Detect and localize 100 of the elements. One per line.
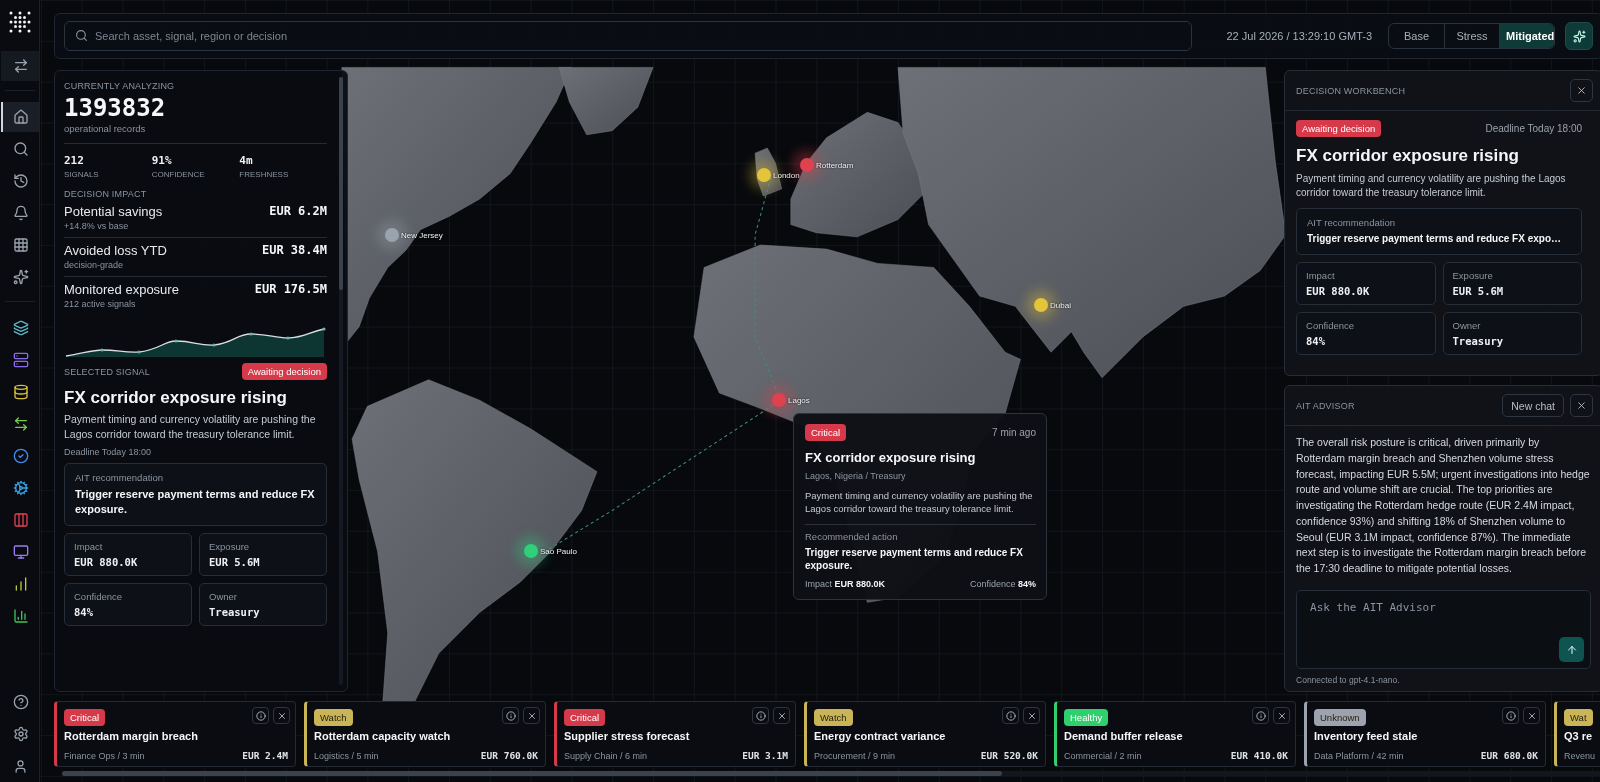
alert-title: Rotterdam capacity watch <box>314 730 452 742</box>
alert-card[interactable]: Critical Rotterdam margin breach Finance Ops / 3 min EUR 2.4M <box>54 701 296 767</box>
swap-button[interactable] <box>0 51 39 81</box>
bar-chart-icon <box>12 608 29 624</box>
recommendation-text: Trigger reserve payment terms and reduce FX exposure. <box>75 487 316 518</box>
close-icon <box>1026 710 1037 721</box>
impact-value: EUR 176.5M <box>254 282 327 296</box>
alert-value: EUR 3.1M <box>742 750 788 761</box>
alert-meta: Logistics / 5 min <box>314 750 379 761</box>
close-icon <box>776 710 787 721</box>
workbench-description: Payment timing and currency volatility are pushing the Lagos corridor toward the treasury tolerance limit. <box>1296 172 1567 200</box>
advisor-message: The overall risk posture is critical, driven primarily by Rotterdam margin breach and Shenzhen volume stress forecast, impacting EUR 5.5M; urgent investigations into hedge route and volume shift are crucial. The top priorities are investigating the Rotterdam hedge route (EUR 2.4M impact, confidence 93%) and shifting 18% of Shenzhen volume to Seoul (EUR 3.1M impact, confidence 87%). The immediate next step is to investigate the Rotterdam margin breach before the 17:30 deadline to mitigate potential losses. <box>1296 435 1591 576</box>
alert-card[interactable]: Healthy Demand buffer release Commercial / 2 min EUR 410.0K <box>1054 701 1296 767</box>
alert-card[interactable]: Watch Energy contract variance Procurement / 9 min EUR 520.0K <box>804 701 1046 767</box>
logo-icon <box>7 10 32 34</box>
impact-note: 212 active signals <box>64 299 137 309</box>
dismiss-button[interactable] <box>523 707 540 724</box>
status-badge: Wat <box>1564 709 1593 726</box>
alert-value: EUR 2.4M <box>242 750 288 761</box>
workbench-title: FX corridor exposure rising <box>1296 146 1520 166</box>
stat-value: 4m <box>239 154 254 167</box>
metric-value: EUR 880.0K <box>1306 284 1371 297</box>
date-time: 22 Jul 2026 / 13:29:10 GMT-3 <box>1226 30 1373 42</box>
close-button[interactable] <box>1570 394 1594 417</box>
house-icon <box>12 109 29 125</box>
close-button[interactable] <box>1570 79 1594 102</box>
info-button[interactable] <box>752 707 769 724</box>
stat-label: CONFIDENCE <box>151 170 206 179</box>
record-count: 1393832 <box>64 94 167 122</box>
scenario-tab[interactable]: Base <box>1389 24 1445 48</box>
alert-title: Rotterdam margin breach <box>64 730 199 742</box>
info-button[interactable] <box>1002 707 1019 724</box>
metric-label: Confidence <box>1306 319 1356 331</box>
swap-icon <box>12 58 29 74</box>
history-icon <box>12 173 29 189</box>
info-icon <box>1255 710 1266 721</box>
marker-label: London <box>773 170 800 180</box>
info-button[interactable] <box>252 707 269 724</box>
alert-title: Supplier stress forecast <box>564 730 691 742</box>
alert-meta: Finance Ops / 3 min <box>64 750 145 761</box>
scenario-tab[interactable]: Mitigated <box>1499 24 1555 48</box>
impact-title: Avoided loss YTD <box>64 243 167 258</box>
info-button[interactable] <box>1252 707 1269 724</box>
info-icon <box>755 710 766 721</box>
stat-label: SIGNALS <box>64 170 100 179</box>
info-button[interactable] <box>1502 707 1519 724</box>
scrollbar[interactable] <box>339 77 343 685</box>
send-button[interactable] <box>1559 637 1585 662</box>
columns-icon <box>12 512 29 528</box>
status-badge: Watch <box>314 709 353 726</box>
info-button[interactable] <box>502 707 519 724</box>
status-badge: Critical <box>64 709 106 726</box>
impact-value: EUR 38.4M <box>261 243 327 257</box>
metric-value: EUR 5.6M <box>209 556 261 569</box>
status-badge: Awaiting decision <box>1296 120 1382 137</box>
metric-label: Exposure <box>1452 269 1494 281</box>
metric-label: Confidence <box>74 591 124 603</box>
section-label: CURRENTLY ANALYZING <box>64 81 176 91</box>
alert-card[interactable]: Watch Rotterdam capacity watch Logistics / 5 min EUR 760.0K <box>304 701 546 767</box>
metric-value: 84% <box>74 606 94 619</box>
record-count-label: operational records <box>64 123 147 134</box>
signal-description: Payment timing and currency volatility are pushing the Lagos corridor toward the treasury tolerance limit. <box>64 412 317 442</box>
panel-title: AIT ADVISOR <box>1296 400 1355 411</box>
dismiss-button[interactable] <box>773 707 790 724</box>
status-badge: Critical <box>805 424 847 441</box>
bell-icon <box>12 205 29 221</box>
recommendation-text: Trigger reserve payment terms and reduce FX expo… <box>1307 232 1562 246</box>
alert-card[interactable]: Unknown Inventory feed stale Data Platform / 42 min EUR 680.0K <box>1304 701 1546 767</box>
section-label: SELECTED SIGNAL <box>64 366 151 377</box>
close-icon <box>526 710 537 721</box>
search-field[interactable]: Search asset, signal, region or decision <box>64 21 1193 51</box>
chat-input[interactable]: Ask the AIT Advisor <box>1296 590 1592 669</box>
alert-title: Inventory feed stale <box>1314 730 1419 742</box>
alert-card[interactable]: Wat Q3 re Revenu <box>1554 701 1600 767</box>
deadline: Deadline Today 18:00 <box>1485 123 1583 134</box>
sparkle-icon <box>1572 29 1586 43</box>
dismiss-button[interactable] <box>1273 707 1290 724</box>
section-label: DECISION IMPACT <box>64 189 148 199</box>
horizontal-scrollbar[interactable] <box>62 771 1600 776</box>
dismiss-button[interactable] <box>1523 707 1540 724</box>
status-badge: Unknown <box>1314 709 1366 726</box>
stat-label: FRESHNESS <box>239 170 290 179</box>
metric-label: Impact <box>74 541 104 553</box>
popup-confidence: Confidence 84% <box>969 578 1036 589</box>
nav-button[interactable] <box>0 102 39 132</box>
alert-title: Q3 re <box>1564 730 1594 742</box>
dismiss-button[interactable] <box>1023 707 1040 724</box>
stat-value: 212 <box>64 154 85 167</box>
metric-label: Owner <box>209 591 238 603</box>
alert-value: EUR 520.0K <box>980 750 1038 761</box>
alert-card[interactable]: Critical Supplier stress forecast Supply Chain / 6 min EUR 3.1M <box>554 701 796 767</box>
sparkle-button[interactable] <box>1565 22 1594 50</box>
database-icon <box>12 384 29 400</box>
new-chat-button[interactable]: New chat <box>1502 394 1565 417</box>
status-badge: Healthy <box>1064 709 1109 726</box>
marker-label: Dubai <box>1050 300 1071 310</box>
dismiss-button[interactable] <box>273 707 290 724</box>
alert-title: Demand buffer release <box>1064 730 1184 742</box>
stat-value: 91% <box>151 154 173 167</box>
info-icon <box>505 710 516 721</box>
